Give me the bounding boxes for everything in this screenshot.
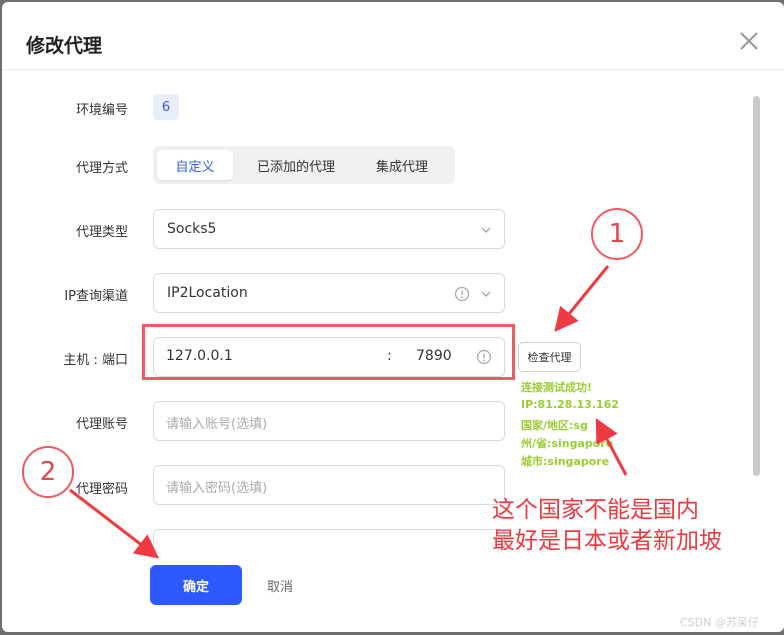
check-result-ip: IP:81.28.13.162 (521, 398, 619, 411)
password-placeholder: 请输入密码(选填) (166, 481, 268, 496)
tab-added-proxy[interactable]: 已添加的代理 (243, 150, 349, 180)
info-icon[interactable] (476, 349, 492, 365)
ip-channel-select[interactable]: IP2Location (153, 273, 505, 313)
chevron-down-icon (481, 227, 491, 234)
scrollbar[interactable] (753, 96, 760, 476)
next-input-partial[interactable] (153, 529, 505, 547)
check-result-country: 国家/地区:sg (521, 419, 588, 432)
tab-integrated-proxy[interactable]: 集成代理 (357, 150, 447, 180)
password-input[interactable]: 请输入密码(选填) (153, 465, 505, 505)
annotation-number-2: 2 (22, 446, 74, 498)
host-input[interactable]: 127.0.0.1 (166, 348, 233, 364)
account-placeholder: 请输入账号(选填) (166, 417, 268, 432)
check-proxy-button[interactable]: 检查代理 (518, 342, 581, 372)
annotation-number-1: 1 (591, 208, 643, 260)
cancel-button[interactable]: 取消 (252, 565, 308, 605)
ip-channel-label: IP查询渠道 (64, 289, 128, 304)
ip-channel-value: IP2Location (167, 285, 248, 301)
chevron-down-icon (481, 291, 491, 298)
host-port-separator: : (387, 348, 392, 364)
check-result-city: 城市:singapore (521, 455, 610, 468)
env-number-badge: 6 (153, 94, 179, 120)
info-icon[interactable] (454, 286, 470, 302)
tab-custom[interactable]: 自定义 (157, 150, 233, 180)
port-input[interactable]: 7890 (416, 348, 452, 364)
proxy-mode-tabs: 自定义 已添加的代理 集成代理 (153, 146, 455, 184)
dialog-title: 修改代理 (26, 35, 103, 57)
confirm-button[interactable]: 确定 (150, 565, 242, 605)
host-port-field: 127.0.0.1 : 7890 (153, 337, 505, 377)
account-label: 代理账号 (75, 417, 128, 432)
mode-label: 代理方式 (75, 161, 128, 176)
proxy-type-select[interactable]: Socks5 (153, 209, 505, 249)
close-icon (740, 32, 758, 50)
annotation-note-line2: 最好是日本或者新加坡 (492, 528, 722, 554)
account-input[interactable]: 请输入账号(选填) (153, 401, 505, 441)
proxy-type-value: Socks5 (167, 221, 217, 237)
check-result-status: 连接测试成功! (521, 381, 593, 394)
annotation-note-line1: 这个国家不能是国内 (492, 497, 699, 523)
env-label: 环境编号 (75, 103, 128, 118)
dialog-header: 修改代理 (2, 2, 784, 70)
watermark: CSDN @苏呆仔 (680, 616, 759, 629)
close-button[interactable] (738, 30, 760, 52)
type-label: 代理类型 (75, 225, 128, 240)
check-result-state: 州/省:singapore (521, 437, 614, 450)
host-port-label: 主机 : 端口 (63, 353, 128, 368)
